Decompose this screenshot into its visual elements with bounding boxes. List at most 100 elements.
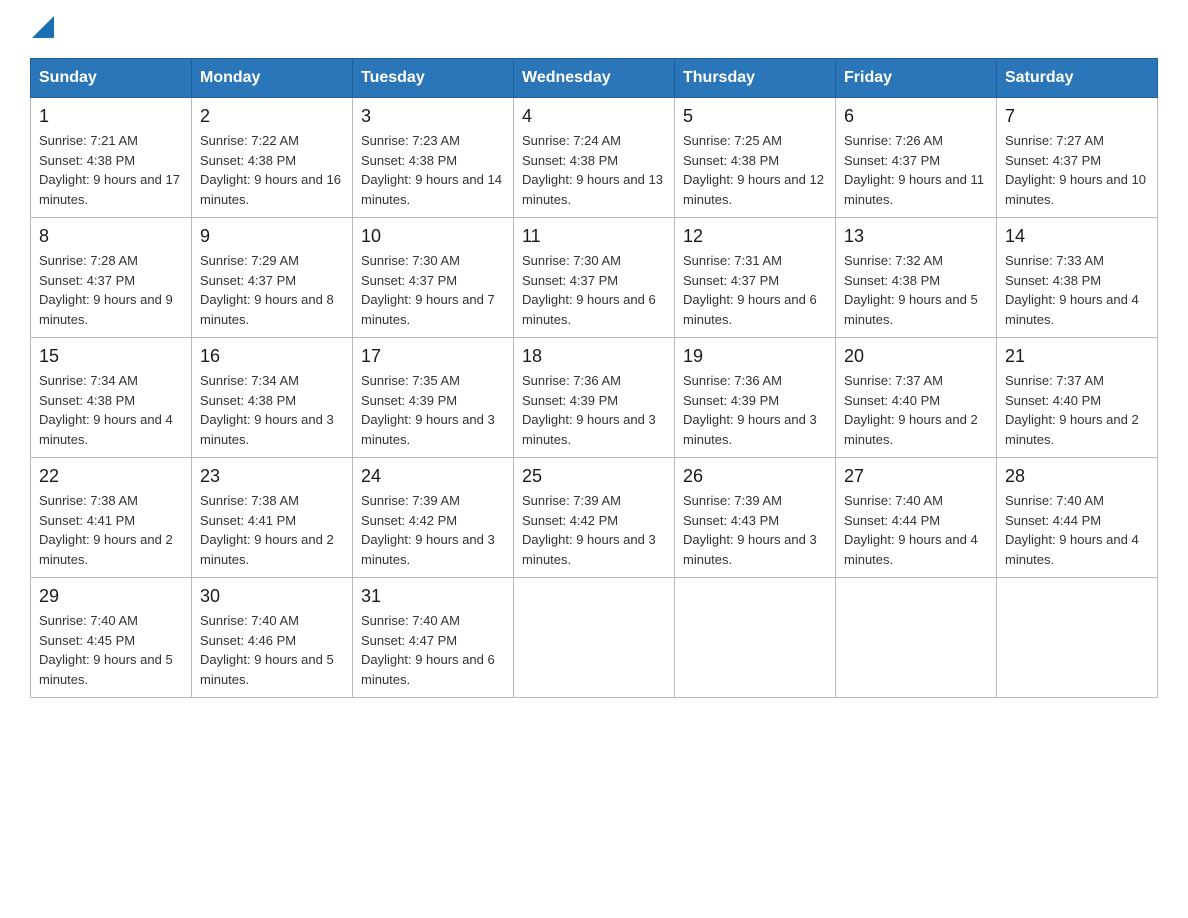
sunset-label: Sunset: 4:41 PM [200,513,296,528]
daylight-label: Daylight: 9 hours and 3 minutes. [361,532,495,567]
daylight-label: Daylight: 9 hours and 7 minutes. [361,292,495,327]
daylight-label: Daylight: 9 hours and 3 minutes. [522,532,656,567]
sunrise-label: Sunrise: 7:28 AM [39,253,138,268]
sunset-label: Sunset: 4:37 PM [361,273,457,288]
day-info: Sunrise: 7:39 AM Sunset: 4:43 PM Dayligh… [683,491,827,569]
weekday-header: Monday [192,59,353,98]
day-info: Sunrise: 7:35 AM Sunset: 4:39 PM Dayligh… [361,371,505,449]
sunset-label: Sunset: 4:44 PM [844,513,940,528]
day-info: Sunrise: 7:21 AM Sunset: 4:38 PM Dayligh… [39,131,183,209]
day-info: Sunrise: 7:30 AM Sunset: 4:37 PM Dayligh… [522,251,666,329]
sunrise-label: Sunrise: 7:33 AM [1005,253,1104,268]
daylight-label: Daylight: 9 hours and 12 minutes. [683,172,824,207]
calendar-cell: 11 Sunrise: 7:30 AM Sunset: 4:37 PM Dayl… [514,218,675,338]
weekday-header: Sunday [31,59,192,98]
calendar-cell: 19 Sunrise: 7:36 AM Sunset: 4:39 PM Dayl… [675,338,836,458]
sunrise-label: Sunrise: 7:24 AM [522,133,621,148]
calendar-cell: 30 Sunrise: 7:40 AM Sunset: 4:46 PM Dayl… [192,578,353,698]
day-info: Sunrise: 7:38 AM Sunset: 4:41 PM Dayligh… [39,491,183,569]
daylight-label: Daylight: 9 hours and 3 minutes. [522,412,656,447]
weekday-header-row: SundayMondayTuesdayWednesdayThursdayFrid… [31,59,1158,98]
sunrise-label: Sunrise: 7:38 AM [200,493,299,508]
calendar-cell: 20 Sunrise: 7:37 AM Sunset: 4:40 PM Dayl… [836,338,997,458]
calendar-cell: 6 Sunrise: 7:26 AM Sunset: 4:37 PM Dayli… [836,98,997,218]
sunset-label: Sunset: 4:39 PM [683,393,779,408]
sunrise-label: Sunrise: 7:34 AM [200,373,299,388]
daylight-label: Daylight: 9 hours and 6 minutes. [683,292,817,327]
sunrise-label: Sunrise: 7:29 AM [200,253,299,268]
calendar-week-row: 8 Sunrise: 7:28 AM Sunset: 4:37 PM Dayli… [31,218,1158,338]
day-number: 13 [844,226,988,247]
sunrise-label: Sunrise: 7:22 AM [200,133,299,148]
day-number: 10 [361,226,505,247]
day-info: Sunrise: 7:26 AM Sunset: 4:37 PM Dayligh… [844,131,988,209]
day-number: 27 [844,466,988,487]
day-number: 29 [39,586,183,607]
daylight-label: Daylight: 9 hours and 4 minutes. [39,412,173,447]
sunset-label: Sunset: 4:40 PM [1005,393,1101,408]
calendar-cell: 31 Sunrise: 7:40 AM Sunset: 4:47 PM Dayl… [353,578,514,698]
sunrise-label: Sunrise: 7:39 AM [361,493,460,508]
page-header [30,20,1158,38]
calendar-cell: 29 Sunrise: 7:40 AM Sunset: 4:45 PM Dayl… [31,578,192,698]
calendar-week-row: 22 Sunrise: 7:38 AM Sunset: 4:41 PM Dayl… [31,458,1158,578]
day-info: Sunrise: 7:34 AM Sunset: 4:38 PM Dayligh… [200,371,344,449]
daylight-label: Daylight: 9 hours and 2 minutes. [1005,412,1139,447]
day-info: Sunrise: 7:38 AM Sunset: 4:41 PM Dayligh… [200,491,344,569]
day-info: Sunrise: 7:40 AM Sunset: 4:44 PM Dayligh… [1005,491,1149,569]
calendar-cell: 12 Sunrise: 7:31 AM Sunset: 4:37 PM Dayl… [675,218,836,338]
sunrise-label: Sunrise: 7:40 AM [200,613,299,628]
sunrise-label: Sunrise: 7:39 AM [522,493,621,508]
day-number: 19 [683,346,827,367]
daylight-label: Daylight: 9 hours and 4 minutes. [844,532,978,567]
sunrise-label: Sunrise: 7:40 AM [1005,493,1104,508]
day-info: Sunrise: 7:28 AM Sunset: 4:37 PM Dayligh… [39,251,183,329]
day-number: 4 [522,106,666,127]
sunset-label: Sunset: 4:40 PM [844,393,940,408]
day-info: Sunrise: 7:39 AM Sunset: 4:42 PM Dayligh… [522,491,666,569]
sunset-label: Sunset: 4:38 PM [200,153,296,168]
day-info: Sunrise: 7:23 AM Sunset: 4:38 PM Dayligh… [361,131,505,209]
daylight-label: Daylight: 9 hours and 5 minutes. [39,652,173,687]
weekday-header: Thursday [675,59,836,98]
daylight-label: Daylight: 9 hours and 6 minutes. [361,652,495,687]
day-number: 17 [361,346,505,367]
calendar-cell: 1 Sunrise: 7:21 AM Sunset: 4:38 PM Dayli… [31,98,192,218]
sunset-label: Sunset: 4:38 PM [522,153,618,168]
day-info: Sunrise: 7:37 AM Sunset: 4:40 PM Dayligh… [844,371,988,449]
daylight-label: Daylight: 9 hours and 5 minutes. [844,292,978,327]
calendar-cell: 28 Sunrise: 7:40 AM Sunset: 4:44 PM Dayl… [997,458,1158,578]
day-number: 25 [522,466,666,487]
sunset-label: Sunset: 4:37 PM [522,273,618,288]
weekday-header: Wednesday [514,59,675,98]
sunset-label: Sunset: 4:37 PM [1005,153,1101,168]
sunrise-label: Sunrise: 7:31 AM [683,253,782,268]
sunset-label: Sunset: 4:39 PM [361,393,457,408]
calendar-cell: 8 Sunrise: 7:28 AM Sunset: 4:37 PM Dayli… [31,218,192,338]
sunrise-label: Sunrise: 7:21 AM [39,133,138,148]
daylight-label: Daylight: 9 hours and 3 minutes. [200,412,334,447]
sunset-label: Sunset: 4:39 PM [522,393,618,408]
calendar-cell [675,578,836,698]
day-number: 30 [200,586,344,607]
weekday-header: Friday [836,59,997,98]
calendar-cell: 27 Sunrise: 7:40 AM Sunset: 4:44 PM Dayl… [836,458,997,578]
calendar-cell: 13 Sunrise: 7:32 AM Sunset: 4:38 PM Dayl… [836,218,997,338]
sunset-label: Sunset: 4:46 PM [200,633,296,648]
day-number: 23 [200,466,344,487]
daylight-label: Daylight: 9 hours and 14 minutes. [361,172,502,207]
day-number: 22 [39,466,183,487]
sunset-label: Sunset: 4:44 PM [1005,513,1101,528]
daylight-label: Daylight: 9 hours and 2 minutes. [844,412,978,447]
sunset-label: Sunset: 4:38 PM [1005,273,1101,288]
calendar-cell [836,578,997,698]
sunset-label: Sunset: 4:38 PM [844,273,940,288]
calendar-cell: 7 Sunrise: 7:27 AM Sunset: 4:37 PM Dayli… [997,98,1158,218]
sunrise-label: Sunrise: 7:36 AM [683,373,782,388]
day-number: 24 [361,466,505,487]
sunrise-label: Sunrise: 7:39 AM [683,493,782,508]
calendar-cell: 21 Sunrise: 7:37 AM Sunset: 4:40 PM Dayl… [997,338,1158,458]
day-info: Sunrise: 7:40 AM Sunset: 4:47 PM Dayligh… [361,611,505,689]
sunrise-label: Sunrise: 7:32 AM [844,253,943,268]
sunset-label: Sunset: 4:41 PM [39,513,135,528]
